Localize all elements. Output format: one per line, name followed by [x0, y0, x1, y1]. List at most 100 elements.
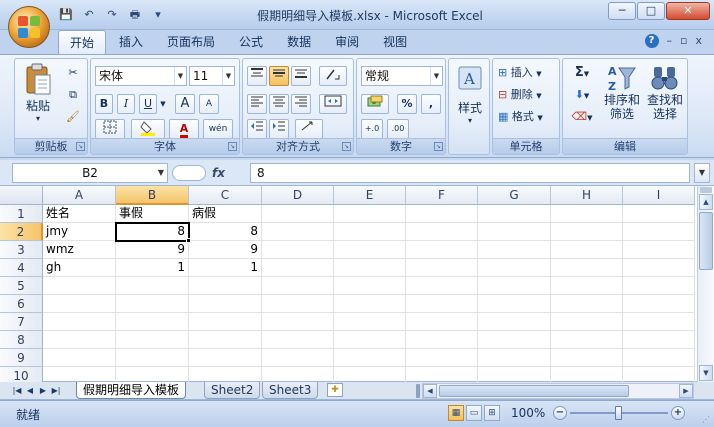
cell-g2[interactable]: [478, 223, 551, 241]
shrink-font-button[interactable]: A: [199, 94, 219, 114]
align-bottom-button[interactable]: [291, 66, 311, 86]
zoom-out-icon[interactable]: −: [553, 406, 567, 420]
last-sheet-icon[interactable]: ▶|: [51, 384, 61, 398]
align-middle-button[interactable]: [269, 66, 289, 86]
underline-dropdown-icon[interactable]: ▼: [158, 94, 168, 114]
find-select-button[interactable]: 查找和 选择: [643, 63, 687, 121]
tab-split-handle[interactable]: [416, 384, 420, 398]
italic-button[interactable]: I: [117, 94, 135, 114]
underline-button[interactable]: U: [139, 94, 157, 114]
fill-button[interactable]: ⬇▼: [567, 85, 597, 105]
tab-data[interactable]: 数据: [276, 30, 322, 54]
cell-d3[interactable]: [262, 241, 334, 259]
clear-button[interactable]: ⌫▼: [567, 107, 597, 127]
cell-e1[interactable]: [334, 205, 406, 223]
cell-c2[interactable]: 8: [189, 223, 262, 241]
cut-icon[interactable]: ✂: [63, 63, 83, 83]
cell-g6[interactable]: [478, 295, 551, 313]
cell-b7[interactable]: [116, 313, 189, 331]
row-header-8[interactable]: 8: [0, 331, 43, 349]
comma-button[interactable]: ,: [421, 94, 441, 114]
workbook-close-icon[interactable]: x: [695, 34, 702, 48]
cell-e4[interactable]: [334, 259, 406, 277]
cell-g8[interactable]: [478, 331, 551, 349]
row-header-9[interactable]: 9: [0, 349, 43, 367]
formula-input[interactable]: 8: [250, 163, 690, 183]
column-header-d[interactable]: D: [262, 186, 334, 205]
cell-f8[interactable]: [406, 331, 478, 349]
scroll-left-icon[interactable]: ◀: [423, 384, 437, 398]
cell-a3[interactable]: wmz: [43, 241, 116, 259]
minimize-button[interactable]: ─: [608, 2, 636, 20]
cell-c9[interactable]: [189, 349, 262, 367]
page-layout-view-icon[interactable]: ▭: [466, 405, 482, 421]
cell-e7[interactable]: [334, 313, 406, 331]
font-name-dropdown-icon[interactable]: ▼: [174, 67, 186, 85]
cell-c6[interactable]: [189, 295, 262, 313]
cell-i5[interactable]: [623, 277, 695, 295]
wrap-orientation-button[interactable]: [295, 119, 323, 139]
percent-button[interactable]: %: [397, 94, 417, 114]
tab-insert[interactable]: 插入: [108, 30, 154, 54]
cell-f7[interactable]: [406, 313, 478, 331]
cell-h1[interactable]: [551, 205, 623, 223]
align-right-button[interactable]: [291, 94, 311, 114]
select-all-corner[interactable]: [0, 186, 43, 205]
cell-d9[interactable]: [262, 349, 334, 367]
cell-b4[interactable]: 1: [116, 259, 189, 277]
row-header-5[interactable]: 5: [0, 277, 43, 295]
cell-a2[interactable]: jmy: [43, 223, 116, 241]
customize-qat-icon[interactable]: ▾: [148, 6, 168, 24]
cell-i1[interactable]: [623, 205, 695, 223]
cell-d7[interactable]: [262, 313, 334, 331]
cell-h3[interactable]: [551, 241, 623, 259]
tab-home[interactable]: 开始: [58, 30, 107, 54]
zoom-in-icon[interactable]: +: [671, 406, 685, 420]
cell-i2[interactable]: [623, 223, 695, 241]
column-header-g[interactable]: G: [478, 186, 551, 205]
number-launcher-icon[interactable]: ↘: [434, 142, 443, 151]
cell-c8[interactable]: [189, 331, 262, 349]
increase-decimal-button[interactable]: +.0: [361, 119, 383, 139]
font-launcher-icon[interactable]: ↘: [228, 142, 237, 151]
cell-h4[interactable]: [551, 259, 623, 277]
cell-a9[interactable]: [43, 349, 116, 367]
tab-review[interactable]: 审阅: [324, 30, 370, 54]
page-break-view-icon[interactable]: ⊞: [484, 405, 500, 421]
cell-g1[interactable]: [478, 205, 551, 223]
cell-i3[interactable]: [623, 241, 695, 259]
horizontal-scrollbar[interactable]: ◀ ▶: [422, 383, 694, 399]
column-header-c[interactable]: C: [189, 186, 262, 205]
sheet-tab-sheet3[interactable]: Sheet3: [262, 382, 319, 399]
cell-d8[interactable]: [262, 331, 334, 349]
cell-i6[interactable]: [623, 295, 695, 313]
copy-icon[interactable]: ⧉: [63, 85, 83, 105]
cell-d5[interactable]: [262, 277, 334, 295]
cell-c7[interactable]: [189, 313, 262, 331]
cell-a8[interactable]: [43, 331, 116, 349]
align-left-button[interactable]: [247, 94, 267, 114]
next-sheet-icon[interactable]: ▶: [38, 384, 48, 398]
increase-indent-button[interactable]: [269, 119, 289, 139]
cell-d4[interactable]: [262, 259, 334, 277]
merge-center-button[interactable]: [319, 94, 347, 114]
row-header-4[interactable]: 4: [0, 259, 43, 277]
zoom-level[interactable]: 100%: [511, 406, 545, 420]
vertical-scroll-thumb[interactable]: [699, 212, 713, 270]
cell-c4[interactable]: 1: [189, 259, 262, 277]
cell-f4[interactable]: [406, 259, 478, 277]
cell-b8[interactable]: [116, 331, 189, 349]
cell-g9[interactable]: [478, 349, 551, 367]
cell-i7[interactable]: [623, 313, 695, 331]
cell-a5[interactable]: [43, 277, 116, 295]
cell-h9[interactable]: [551, 349, 623, 367]
cell-h5[interactable]: [551, 277, 623, 295]
bold-button[interactable]: B: [95, 94, 113, 114]
column-header-f[interactable]: F: [406, 186, 478, 205]
worksheet-grid[interactable]: ▲ ▼ A B C D E F G H I 1 姓名 事假 病假 2 jmy 8 8 3 wmz 9 9 4 gh 1 1 5 6 7…: [0, 186, 714, 385]
cell-b9[interactable]: [116, 349, 189, 367]
border-button[interactable]: [95, 119, 125, 139]
cell-a1[interactable]: 姓名: [43, 205, 116, 223]
cell-e3[interactable]: [334, 241, 406, 259]
formula-grip[interactable]: [172, 165, 206, 181]
